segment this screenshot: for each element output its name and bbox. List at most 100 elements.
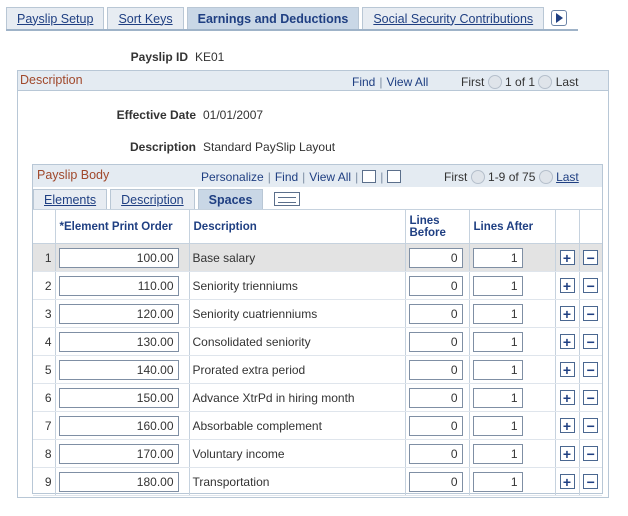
delete-row-cell: − [578,355,602,384]
print-order-input[interactable]: 130.00 [58,331,179,352]
print-order-cell: 170.00 [54,439,189,468]
payslip-id-value: KE01 [195,50,225,64]
body-last-link[interactable]: Last [556,170,579,184]
tab-earnings-and-deductions[interactable]: Earnings and Deductions [186,7,360,29]
lines-after-input[interactable]: 1 [472,415,523,436]
print-order-input[interactable]: 140.00 [58,359,179,380]
element-print-order-header[interactable]: *Element Print Order [54,209,189,244]
lines-before-input[interactable]: 0 [408,359,463,380]
lines-after-input[interactable]: 1 [472,471,523,492]
lines-before-cell: 0 [404,467,469,496]
delete-row-button[interactable]: − [583,418,599,434]
lines-before-cell: 0 [404,243,469,272]
delete-row-button[interactable]: − [583,390,599,406]
download-icon[interactable] [387,170,402,183]
effective-date-value: 01/01/2007 [203,108,264,122]
lines-before-input[interactable]: 0 [408,415,463,436]
body-find-link[interactable]: Find [275,170,298,184]
lines-before-input[interactable]: 0 [408,303,463,324]
row-description: Base salary [188,243,405,272]
show-all-columns-icon[interactable] [274,192,301,206]
lines-after-input[interactable]: 1 [472,303,523,324]
delete-row-cell: − [578,327,602,356]
personalize-link[interactable]: Personalize [201,170,264,184]
print-order-input[interactable]: 110.00 [58,275,179,296]
delete-row-button[interactable]: − [583,474,599,490]
grid-tab-description[interactable]: Description [110,189,195,210]
print-order-input[interactable]: 160.00 [58,415,179,436]
grid-tab-spaces[interactable]: Spaces [197,189,264,210]
description-find-link[interactable]: Find [352,75,375,89]
print-order-cell: 110.00 [54,271,189,300]
body-first-label[interactable]: First [444,170,467,184]
delete-row-button[interactable]: − [583,334,599,350]
description-range: 1 of 1 [505,75,536,89]
body-view-all-link[interactable]: View All [309,170,351,184]
delete-row-button[interactable]: − [583,446,599,462]
lines-before-input[interactable]: 0 [408,275,463,296]
description-first-label[interactable]: First [461,75,484,89]
lines-after-input[interactable]: 1 [472,275,523,296]
lines-after-input[interactable]: 1 [472,443,523,464]
lines-after-input[interactable]: 1 [472,359,523,380]
payslip-body-grid: Payslip Body Personalize | Find | View All | |… [32,164,603,496]
lines-before-input[interactable]: 0 [408,331,463,352]
lines-before-cell: 0 [404,411,469,440]
add-row-button[interactable]: + [559,362,575,378]
delete-row-button[interactable]: − [583,362,599,378]
print-order-cell: 120.00 [54,299,189,328]
grid-tab-elements[interactable]: Elements [33,189,108,210]
add-row-cell: + [554,411,579,440]
lines-before-input[interactable]: 0 [408,387,463,408]
print-order-cell: 140.00 [54,355,189,384]
add-row-button[interactable]: + [559,278,575,294]
add-row-button[interactable]: + [559,390,575,406]
lines-before-header[interactable]: Lines Before [404,209,469,244]
next-tabs-button[interactable] [551,10,568,26]
table-row: 1 100.00 Base salary 0 1 + − [33,243,602,272]
lines-after-cell: 1 [468,271,555,300]
lines-after-cell: 1 [468,355,555,384]
lines-after-cell: 1 [468,383,555,412]
add-row-button[interactable]: + [559,418,575,434]
tab-payslip-setup[interactable]: Payslip Setup [6,7,105,29]
next-disabled-icon [538,75,553,89]
lines-before-cell: 0 [404,299,469,328]
table-row: 5 140.00 Prorated extra period 0 1 + − [33,355,602,384]
delete-row-button[interactable]: − [583,278,599,294]
add-row-button[interactable]: + [559,334,575,350]
lines-before-input[interactable]: 0 [408,247,463,268]
print-order-input[interactable]: 170.00 [58,443,179,464]
tab-social-security-contributions[interactable]: Social Security Contributions [362,7,545,29]
lines-after-cell: 1 [468,327,555,356]
zoom-icon[interactable] [362,170,377,183]
payslip-id-label: Payslip ID [130,50,188,64]
print-order-input[interactable]: 100.00 [58,247,179,268]
description-last-label[interactable]: Last [556,75,579,89]
delete-row-button[interactable]: − [583,306,599,322]
payslip-body-title: Payslip Body [37,168,110,182]
add-row-button[interactable]: + [559,446,575,462]
description-label: Description [129,140,196,154]
lines-after-input[interactable]: 1 [472,247,523,268]
description-view-all-link[interactable]: View All [386,75,428,89]
lines-after-header[interactable]: Lines After [468,209,555,244]
add-row-cell: + [554,243,579,272]
lines-after-input[interactable]: 1 [472,387,523,408]
tab-sort-keys[interactable]: Sort Keys [107,7,184,29]
print-order-input[interactable]: 120.00 [58,303,179,324]
description-header[interactable]: Description [188,209,405,244]
lines-before-input[interactable]: 0 [408,443,463,464]
add-row-button[interactable]: + [559,474,575,490]
lines-before-input[interactable]: 0 [408,471,463,492]
delete-row-button[interactable]: − [583,250,599,266]
print-order-input[interactable]: 150.00 [58,387,179,408]
add-row-button[interactable]: + [559,250,575,266]
payslip-body-toolbar: Personalize | Find | View All | | [201,170,402,184]
print-order-cell: 160.00 [54,411,189,440]
row-description: Seniority trienniums [188,271,405,300]
print-order-input[interactable]: 180.00 [58,471,179,492]
lines-after-input[interactable]: 1 [472,331,523,352]
add-row-button[interactable]: + [559,306,575,322]
next-icon[interactable] [538,170,553,184]
